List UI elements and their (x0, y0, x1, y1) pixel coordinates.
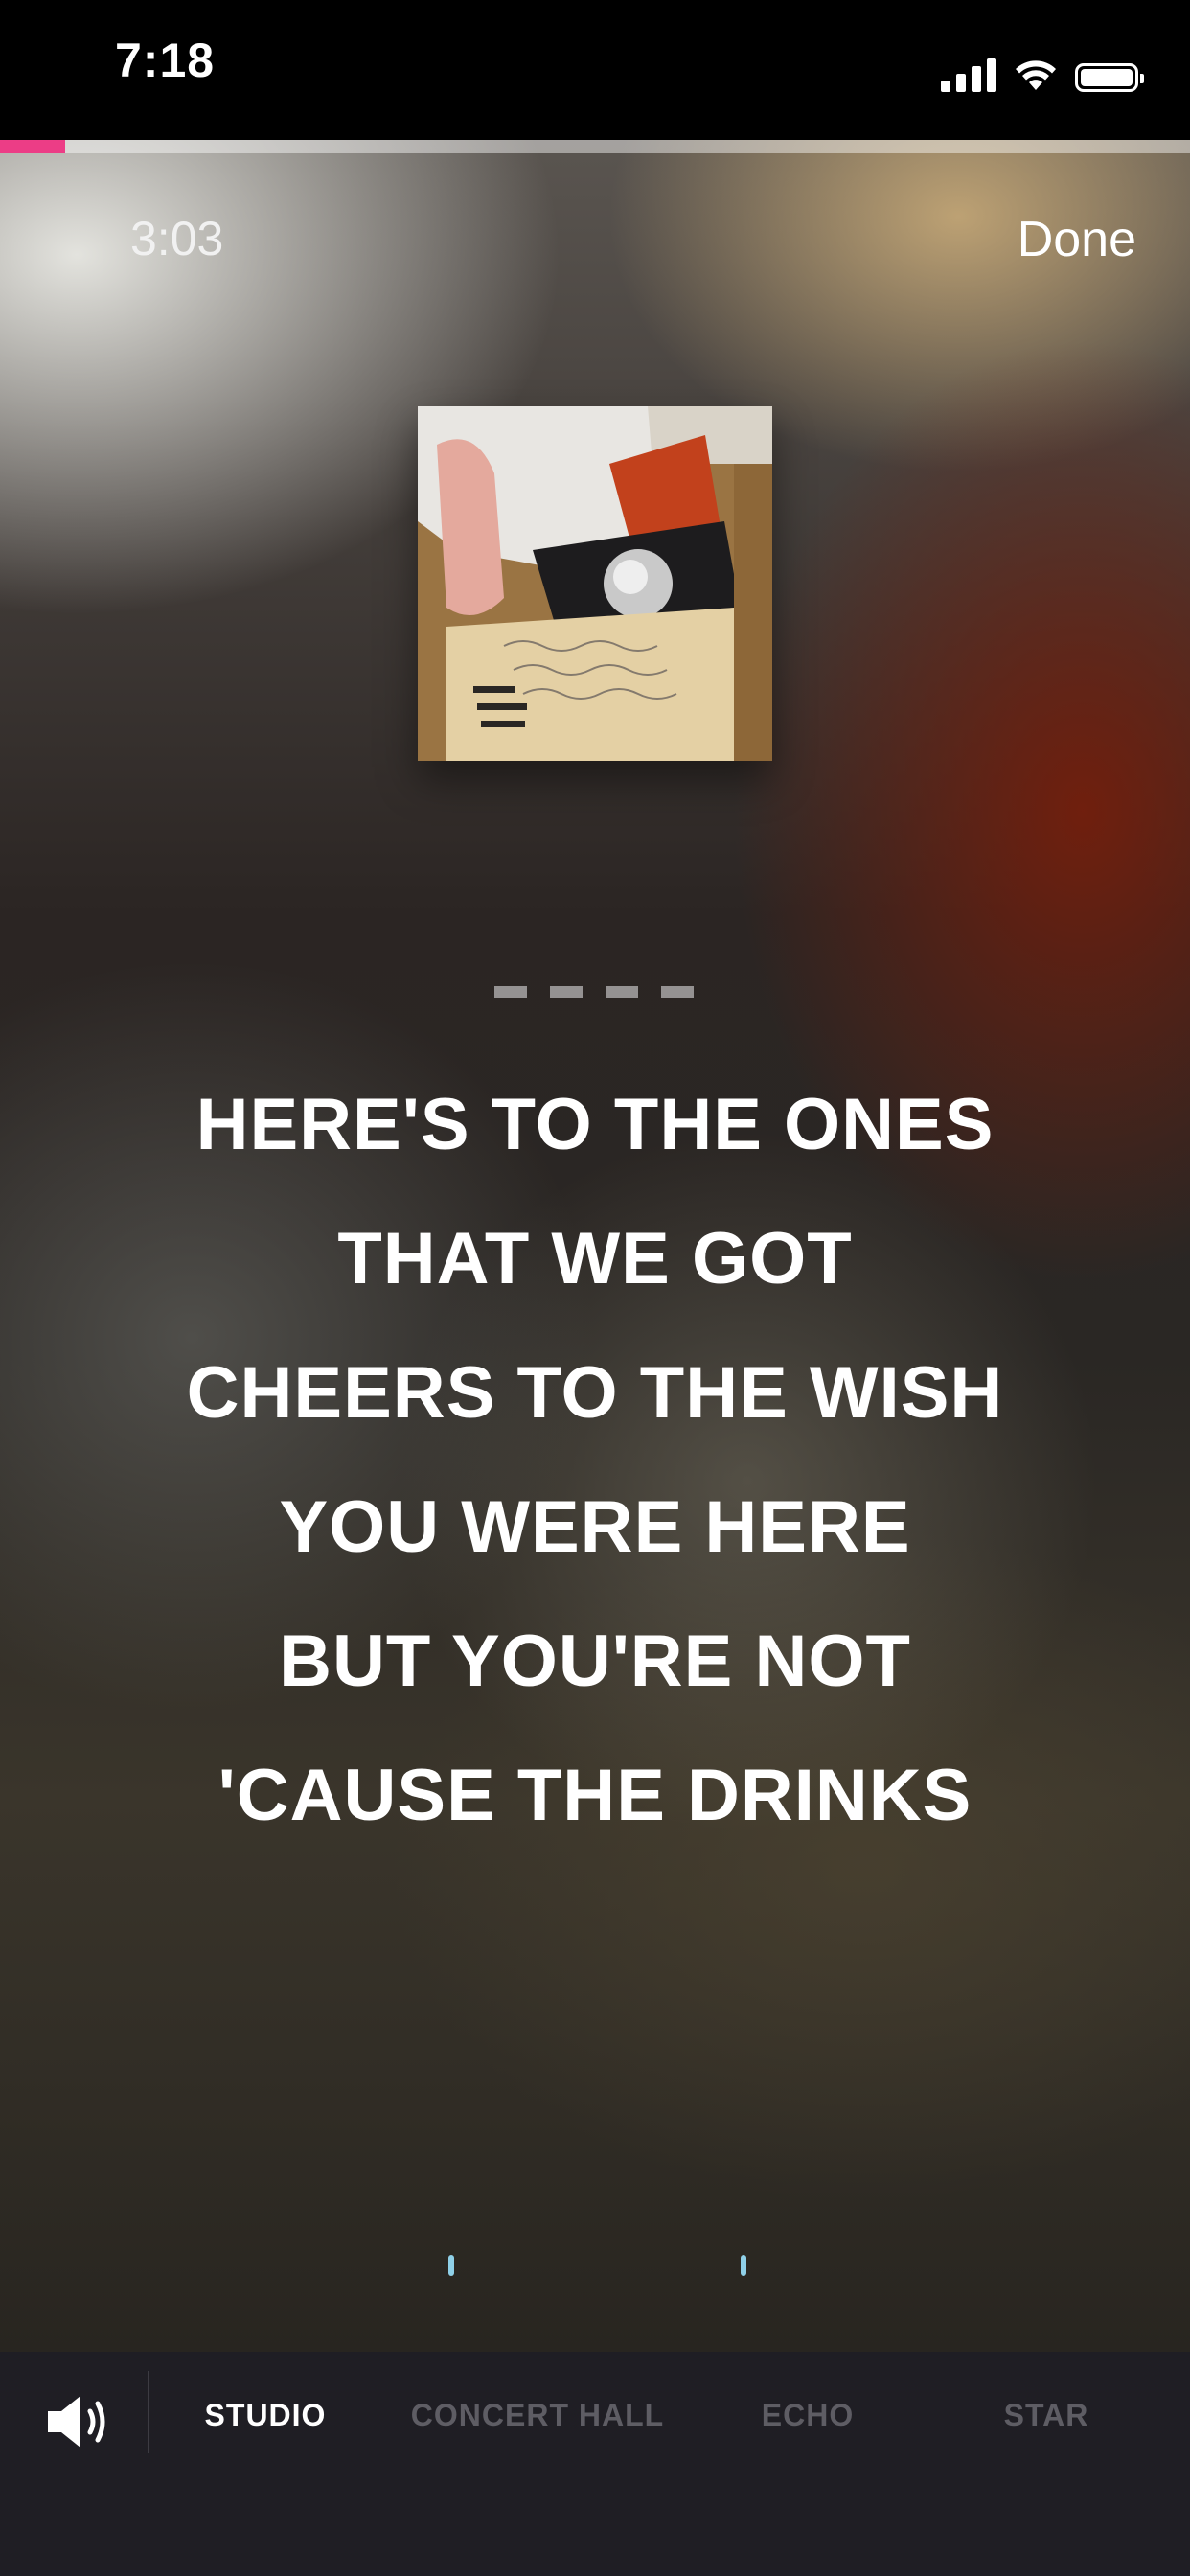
cellular-signal-icon (941, 56, 996, 92)
countdown-dash (661, 986, 694, 998)
wifi-icon (1016, 60, 1056, 90)
lyric-countdown-dashes (494, 986, 694, 998)
vocal-effects-bar: STUDIO CONCERT HALL ECHO STAR (0, 2352, 1190, 2576)
pitch-marker (448, 2255, 454, 2276)
status-icons (941, 50, 1144, 92)
status-bar: 7:18 (0, 0, 1190, 140)
song-progress-fill (0, 140, 66, 153)
pitch-marker (741, 2255, 746, 2276)
tab-echo[interactable]: ECHO (762, 2398, 854, 2433)
speaker-volume-icon[interactable] (40, 2390, 117, 2453)
lyric-line: YOU WERE HERE (279, 1486, 911, 1568)
album-art (418, 406, 772, 761)
karaoke-stage: 3:03 Done HERE'S TO THE ONES THAT WE GOT… (0, 140, 1190, 2352)
tab-star[interactable]: STAR (1004, 2398, 1089, 2433)
lyric-line: BUT YOU'RE NOT (279, 1621, 911, 1702)
divider (148, 2371, 149, 2453)
lyric-line: HERE'S TO THE ONES (195, 1084, 995, 1165)
countdown-dash (494, 986, 527, 998)
status-time: 7:18 (115, 34, 216, 87)
tab-concert-hall[interactable]: CONCERT HALL (411, 2398, 664, 2433)
elapsed-time: 3:03 (130, 212, 224, 265)
lyrics-panel: HERE'S TO THE ONES THAT WE GOT CHEERS TO T… (0, 1058, 1190, 1863)
lyric-line: CHEERS TO THE WISH (186, 1352, 1004, 1434)
lyric-line: THAT WE GOT (337, 1218, 853, 1300)
countdown-dash (606, 986, 638, 998)
tab-studio[interactable]: STUDIO (205, 2398, 327, 2433)
battery-icon (1075, 63, 1144, 92)
countdown-dash (550, 986, 583, 998)
song-progress-bar[interactable] (0, 140, 1190, 153)
lyric-line: 'CAUSE THE DRINKS (217, 1755, 973, 1836)
done-button[interactable]: Done (1018, 211, 1136, 268)
